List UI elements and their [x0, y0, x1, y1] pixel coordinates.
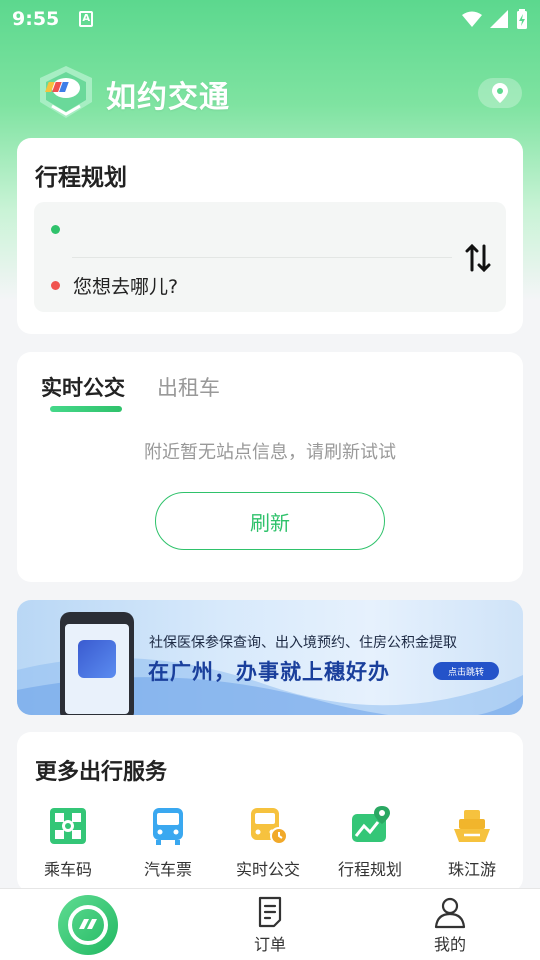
realtime-bus-icon	[251, 808, 288, 845]
service-label: 行程规划	[337, 860, 402, 879]
banner-phone-illustration	[60, 612, 134, 715]
nav-orders[interactable]: 订单	[230, 895, 310, 955]
destination-dot	[51, 281, 60, 290]
bus-ticket-icon	[153, 808, 183, 845]
banner-cta-button[interactable]: 点击跳转	[433, 662, 499, 680]
status-time: 9:55	[12, 8, 60, 30]
bottom-nav: 订单 我的	[0, 888, 540, 960]
trip-divider	[72, 257, 452, 258]
service-realtime-bus[interactable]: 实时公交	[218, 804, 318, 880]
banner-headline: 在广州，办事就上穗好办	[148, 660, 390, 684]
battery-icon	[517, 9, 527, 29]
app-title: 如约交通	[106, 80, 230, 115]
status-bar: 9:55 A	[0, 0, 540, 38]
profile-icon	[434, 897, 466, 929]
refresh-button[interactable]: 刷新	[155, 492, 385, 550]
location-button[interactable]	[478, 78, 522, 108]
nav-profile[interactable]: 我的	[410, 895, 490, 955]
service-qr-code[interactable]: 乘车码	[18, 804, 118, 880]
service-route-planning[interactable]: 行程规划	[320, 804, 420, 880]
swap-direction-icon[interactable]	[464, 242, 492, 274]
active-tab-indicator	[50, 406, 122, 412]
realtime-card: 实时公交 出租车 附近暂无站点信息，请刷新试试 刷新	[17, 352, 523, 582]
status-indicators	[462, 9, 528, 29]
services-title: 更多出行服务	[35, 760, 168, 785]
suihaoban-app-icon	[78, 640, 116, 678]
order-icon	[258, 896, 282, 928]
service-bus-ticket[interactable]: 汽车票	[118, 804, 218, 880]
signal-icon	[490, 10, 508, 28]
destination-field[interactable]: 您想去哪儿?	[73, 272, 178, 299]
wifi-icon	[462, 11, 482, 27]
service-pearl-river-cruise[interactable]: 珠江游	[422, 804, 522, 880]
app-header: 如约交通	[0, 62, 540, 132]
tab-realtime-bus[interactable]: 实时公交	[41, 372, 125, 402]
trip-planner-card: 行程规划 您想去哪儿?	[17, 138, 523, 334]
trip-planner-title: 行程规划	[35, 165, 127, 191]
promo-banner[interactable]: 社保医保参保查询、出入境预约、住房公积金提取 在广州，办事就上穗好办 点击跳转	[17, 600, 523, 715]
empty-message: 附近暂无站点信息，请刷新试试	[144, 442, 396, 463]
app-logo-icon	[40, 66, 92, 118]
route-map-icon	[352, 806, 390, 842]
tab-taxi[interactable]: 出租车	[157, 372, 220, 402]
trip-input-box: 您想去哪儿?	[34, 202, 506, 312]
nav-orders-label: 订单	[253, 935, 286, 954]
banner-subtitle: 社保医保参保查询、出入境预约、住房公积金提取	[149, 635, 457, 651]
home-logo-icon	[68, 905, 108, 945]
service-label: 实时公交	[235, 860, 300, 879]
service-label: 珠江游	[447, 860, 496, 879]
cruise-ship-icon	[454, 810, 490, 842]
service-label: 汽车票	[143, 860, 192, 879]
origin-dot	[51, 225, 60, 234]
origin-field[interactable]	[73, 216, 443, 246]
nav-home-button[interactable]	[58, 895, 118, 955]
qr-code-icon	[50, 808, 86, 844]
location-pin-icon	[492, 83, 508, 103]
nav-profile-label: 我的	[433, 935, 466, 954]
service-label: 乘车码	[43, 860, 92, 879]
services-card: 更多出行服务 乘车码 汽车票 实时公交 行程规划 珠江游	[17, 732, 523, 892]
notification-icon: A	[79, 11, 94, 27]
